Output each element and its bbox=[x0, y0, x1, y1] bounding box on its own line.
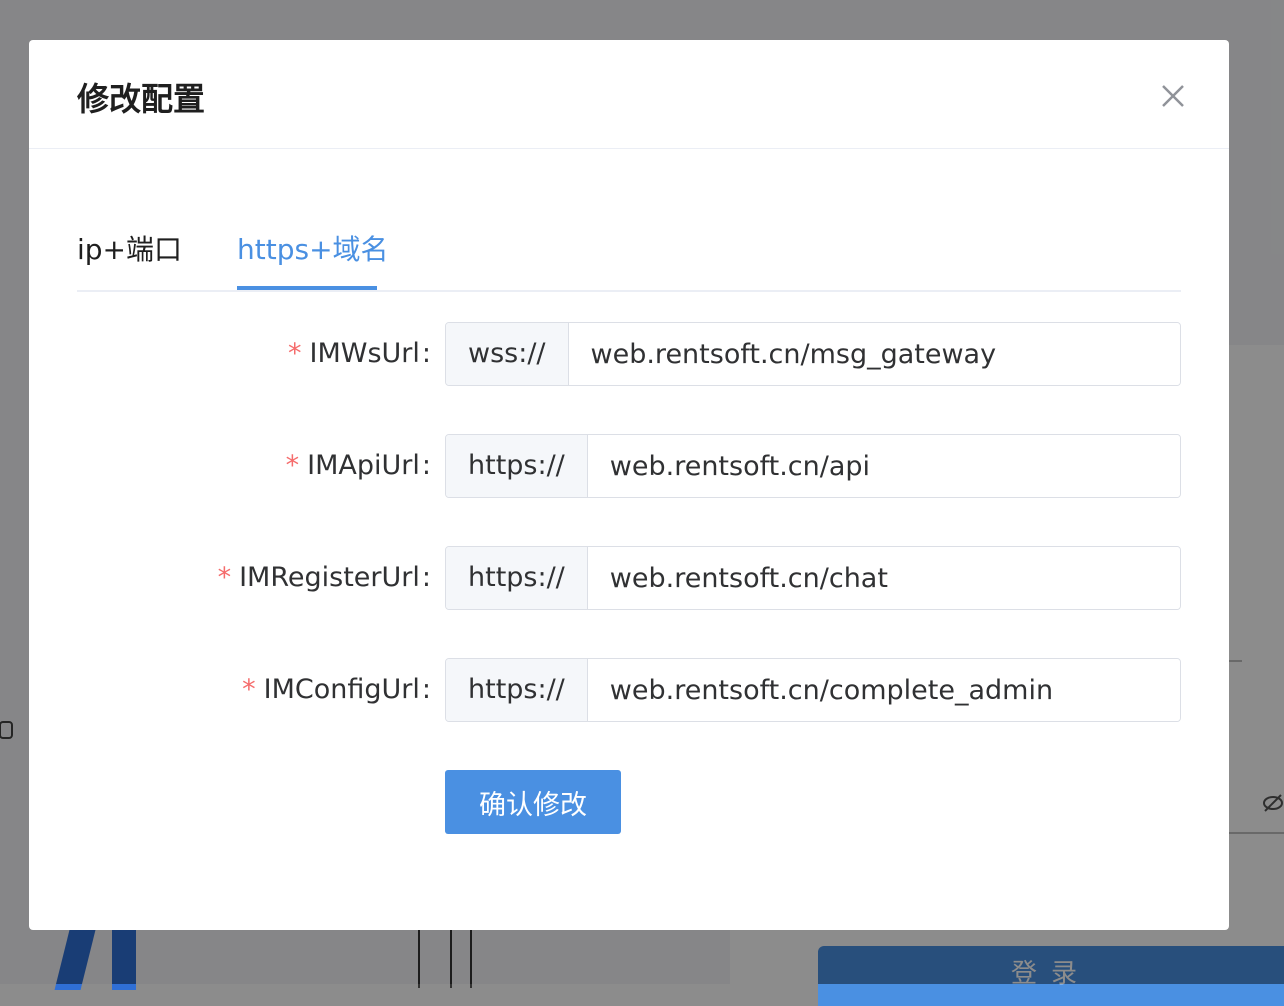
dialog-header: 修改配置 bbox=[29, 40, 1229, 149]
form-row-imwsurl: * IMWsUrl: wss:// bbox=[29, 322, 1229, 386]
field-label: * IMWsUrl: bbox=[288, 322, 431, 386]
url-input-group: https:// bbox=[445, 546, 1181, 610]
required-mark: * bbox=[288, 338, 302, 369]
field-label: * IMRegisterUrl: bbox=[218, 546, 431, 610]
field-label: * IMConfigUrl: bbox=[242, 658, 431, 722]
field-label-text: IMWsUrl bbox=[309, 338, 420, 369]
imconfigurl-input[interactable] bbox=[587, 659, 1180, 721]
tab-https-domain[interactable]: https+域名 bbox=[237, 228, 389, 288]
field-label-text: IMConfigUrl bbox=[263, 674, 420, 705]
protocol-prefix: https:// bbox=[446, 547, 588, 609]
close-icon[interactable] bbox=[1155, 78, 1191, 114]
config-tabs: ip+端口 https+域名 bbox=[77, 220, 1181, 292]
imregisterurl-input[interactable] bbox=[587, 547, 1180, 609]
url-input-group: https:// bbox=[445, 658, 1181, 722]
form-row-imconfigurl: * IMConfigUrl: https:// bbox=[29, 658, 1229, 722]
label-colon: : bbox=[421, 562, 431, 593]
config-dialog: 修改配置 ip+端口 https+域名 *IMWsUrl: wss:// *IM… bbox=[29, 40, 1229, 930]
field-label-text: IMRegisterUrl bbox=[239, 562, 420, 593]
form-row-imregisterurl: * IMRegisterUrl: https:// bbox=[29, 546, 1229, 610]
required-mark: * bbox=[242, 674, 256, 705]
field-label: * IMApiUrl: bbox=[286, 434, 431, 498]
imapiurl-input[interactable] bbox=[587, 435, 1180, 497]
confirm-button[interactable]: 确认修改 bbox=[445, 770, 621, 834]
field-label-text: IMApiUrl bbox=[307, 450, 420, 481]
protocol-prefix: https:// bbox=[446, 659, 588, 721]
label-colon: : bbox=[421, 450, 431, 481]
imwsurl-input[interactable] bbox=[568, 323, 1180, 385]
url-input-group: wss:// bbox=[445, 322, 1181, 386]
protocol-prefix: wss:// bbox=[446, 323, 569, 385]
tab-ip-port[interactable]: ip+端口 bbox=[77, 228, 182, 288]
dialog-title: 修改配置 bbox=[77, 80, 206, 118]
url-input-group: https:// bbox=[445, 434, 1181, 498]
label-colon: : bbox=[421, 338, 431, 369]
active-tab-indicator bbox=[237, 286, 377, 290]
label-colon: : bbox=[421, 674, 431, 705]
form-row-imapiurl: * IMApiUrl: https:// bbox=[29, 434, 1229, 498]
required-mark: * bbox=[217, 562, 232, 593]
protocol-prefix: https:// bbox=[446, 435, 588, 497]
required-mark: * bbox=[285, 450, 300, 481]
